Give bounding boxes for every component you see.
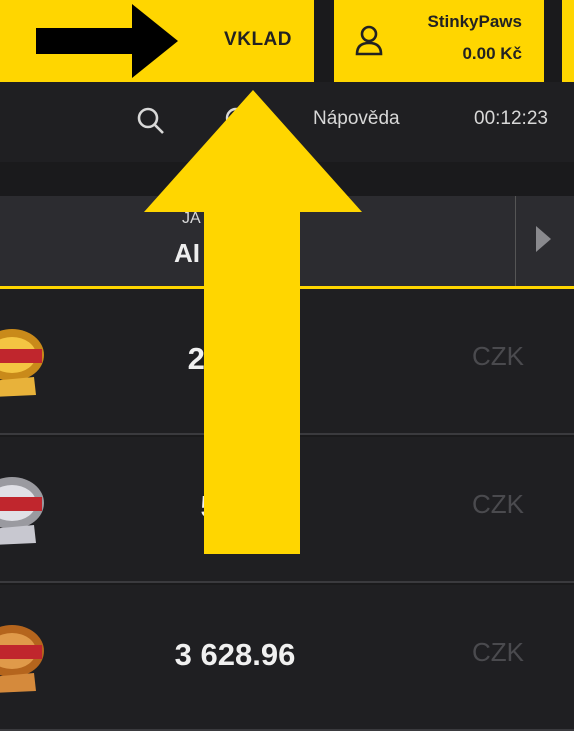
jackpot-row[interactable]: 3 628.96 CZK	[0, 585, 574, 731]
account-balance: 0.00 Kč	[462, 44, 522, 63]
jackpot-currency: CZK	[472, 637, 524, 667]
jackpot-amount: 3 628.96	[174, 637, 296, 672]
clock: 00:12:23	[474, 108, 548, 129]
user-icon	[355, 25, 383, 56]
next-arrow-icon[interactable]	[536, 226, 551, 252]
jackpot-currency: CZK	[472, 341, 524, 371]
annotation-arrow-right-icon	[36, 4, 178, 78]
header-divider	[515, 196, 516, 286]
annotation-arrow-up-icon	[144, 90, 362, 554]
account-button[interactable]: StinkyPaws 0.00 Kč	[334, 0, 544, 82]
jackpot-currency: CZK	[472, 489, 524, 519]
account-name: StinkyPaws	[427, 12, 523, 31]
menu-button[interactable]	[562, 0, 574, 82]
deposit-label: VKLAD	[224, 29, 292, 50]
